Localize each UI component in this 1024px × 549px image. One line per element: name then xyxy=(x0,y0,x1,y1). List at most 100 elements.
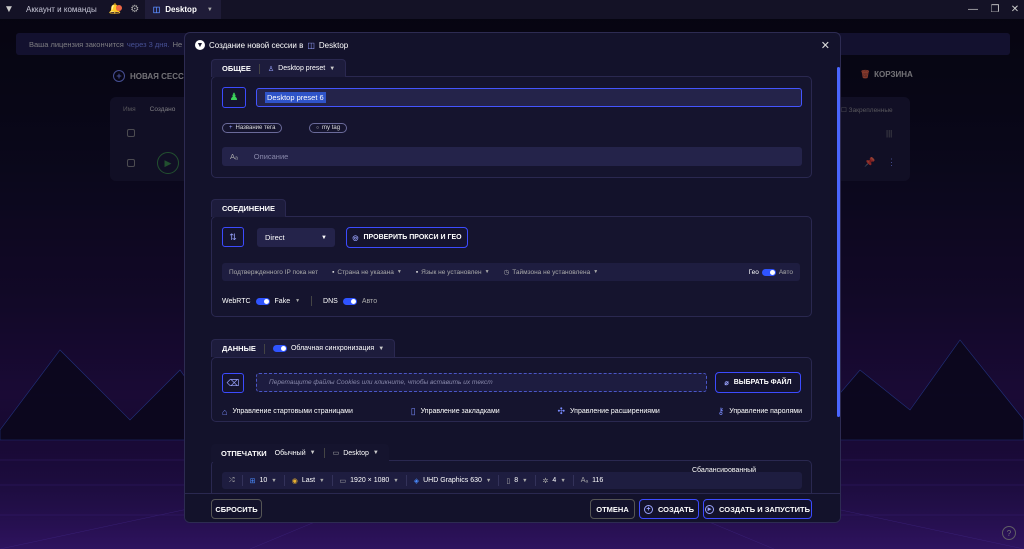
country-label: Страна не указана xyxy=(337,268,394,276)
browser-dropdown[interactable]: ◉ Last ▼ xyxy=(285,475,333,486)
platform-dropdown[interactable]: ▭ Desktop ▼ xyxy=(332,449,379,458)
app-logo-icon: ▼ xyxy=(4,4,14,15)
tab-account[interactable]: Аккаунт и команды xyxy=(18,0,105,19)
bookmarks-link[interactable]: ▯ Управление закладками xyxy=(411,406,500,417)
connection-title: СОЕДИНЕНИЕ xyxy=(222,204,276,213)
text-icon: Aₐ xyxy=(580,477,589,484)
shuffle-icon[interactable]: ⤮ xyxy=(222,475,243,486)
language-dropdown[interactable]: ▪ Язык не установлен ▼ xyxy=(409,269,497,276)
monitor-icon: ▭ xyxy=(332,450,340,457)
webrtc-label: WebRTC xyxy=(222,297,251,305)
paperclip-icon: ⌀ xyxy=(724,379,729,387)
gear-icon[interactable]: ⚙ xyxy=(125,4,145,15)
fingerprint-mode-dropdown[interactable]: Обычный ▼ xyxy=(275,450,316,457)
eraser-icon[interactable]: ⌫ xyxy=(222,373,244,393)
ip-status: Подтвержденного IP пока нет xyxy=(229,268,319,276)
cancel-button[interactable]: ОТМЕНА xyxy=(590,499,635,519)
geo-info-row: Подтвержденного IP пока нет ▪ Страна не у… xyxy=(222,263,800,281)
check-proxy-button[interactable]: ◎ ПРОВЕРИТЬ ПРОКСИ И ГЕО xyxy=(346,227,468,248)
description-input[interactable]: Aₐ Описание xyxy=(222,147,802,166)
chevron-down-icon: ▼ xyxy=(295,298,301,304)
browser-value: Last xyxy=(301,477,316,484)
create-button[interactable]: + СОЗДАТЬ xyxy=(639,499,699,519)
extensions-link[interactable]: ✣ Управление расширениями xyxy=(558,406,660,417)
gpu-icon: ◈ xyxy=(413,477,420,485)
start-pages-link[interactable]: ⌂ Управление стартовыми страницами xyxy=(222,406,353,417)
chevron-down-icon: ▼ xyxy=(522,477,528,484)
preset-label: Desktop preset xyxy=(278,65,326,72)
webrtc-group: WebRTC Fake ▼ DNS Авто xyxy=(222,296,377,306)
app-logo-icon: ▼ xyxy=(195,40,205,50)
memory-icon: ▯ xyxy=(506,477,511,485)
create-and-run-button[interactable]: ▸ СОЗДАТЬ И ЗАПУСТИТЬ xyxy=(703,499,812,519)
geo-value: Авто xyxy=(778,268,793,276)
scrollbar[interactable] xyxy=(837,67,840,417)
cookies-dropzone[interactable]: Перетащите файлы Cookies или кликните, ч… xyxy=(256,373,707,392)
proxy-type-select[interactable]: Direct ▼ xyxy=(257,228,335,247)
passwords-link[interactable]: ⚷ Управление паролями xyxy=(718,406,802,417)
close-window-button[interactable]: ✕ xyxy=(1004,0,1024,19)
memory-dropdown[interactable]: ▯ 8 ▼ xyxy=(499,475,536,486)
workspace-icon: ◫ xyxy=(152,5,161,14)
session-name-input[interactable]: Desktop preset 6 xyxy=(256,88,802,107)
check-proxy-label: ПРОВЕРИТЬ ПРОКСИ И ГЕО xyxy=(363,234,462,241)
tag-label: my tag xyxy=(322,125,341,131)
webrtc-toggle[interactable] xyxy=(255,297,270,305)
choose-file-label: ВЫБРАТЬ ФАЙЛ xyxy=(733,379,792,386)
resolution-value: 1920 × 1080 xyxy=(350,477,390,484)
data-tab: ДАННЫЕ Облачная синхронизация ▼ xyxy=(211,339,396,357)
timezone-dropdown[interactable]: ◷ Таймзона не установлена ▼ xyxy=(497,268,606,277)
choose-file-button[interactable]: ⌀ ВЫБРАТЬ ФАЙЛ xyxy=(715,372,801,393)
proxy-type-value: Direct xyxy=(265,233,285,242)
monitor-icon: ▭ xyxy=(339,477,347,485)
person-icon: ♙ xyxy=(267,65,275,73)
sync-toggle[interactable] xyxy=(272,345,287,352)
dns-label: DNS xyxy=(323,297,338,305)
minimize-button[interactable]: — xyxy=(962,0,984,19)
create-run-label: СОЗДАТЬ И ЗАПУСТИТЬ xyxy=(719,504,810,514)
plus-icon: + xyxy=(229,125,233,131)
fingerprints-title: ОТПЕЧАТКИ xyxy=(221,448,267,458)
workspace-icon: ◫ xyxy=(307,40,315,50)
check-icon: ◎ xyxy=(352,234,359,242)
proxy-swap-icon[interactable]: ⇅ xyxy=(222,227,244,247)
chevron-down-icon: ▼ xyxy=(393,477,399,484)
flag-icon: ▪ xyxy=(332,268,335,276)
chevron-down-icon: ▼ xyxy=(485,477,492,484)
os-dropdown[interactable]: ⊞ 10 ▼ xyxy=(243,475,285,486)
bookmark-icon: ▯ xyxy=(410,406,416,416)
puzzle-icon: ✣ xyxy=(557,406,566,416)
passwords-label: Управление паролями xyxy=(729,408,802,415)
modal-workspace: Desktop xyxy=(318,40,349,50)
cpu-dropdown[interactable]: ✲ 4 ▼ xyxy=(536,475,574,486)
chevron-down-icon: ▼ xyxy=(560,477,566,484)
resolution-dropdown[interactable]: ▭ 1920 × 1080 ▼ xyxy=(333,475,407,486)
data-title: ДАННЫЕ xyxy=(222,344,256,353)
bell-icon[interactable]: 🔔 xyxy=(105,4,125,15)
dns-value: Авто xyxy=(361,297,378,305)
sync-dropdown[interactable]: Облачная синхронизация ▼ xyxy=(272,345,384,352)
fingerprints-tab: ОТПЕЧАТКИ Обычный ▼ ▭ Desktop ▼ xyxy=(211,444,389,462)
preset-dropdown[interactable]: ♙ Desktop preset ▼ xyxy=(268,65,335,73)
chrome-icon: ◉ xyxy=(291,477,298,485)
webrtc-value[interactable]: Fake xyxy=(275,298,291,305)
dropzone-placeholder: Перетащите файлы Cookies или кликните, ч… xyxy=(269,379,493,386)
create-label: СОЗДАТЬ xyxy=(657,504,695,514)
chevron-down-icon[interactable]: ▼ xyxy=(207,7,213,13)
maximize-button[interactable]: ❐ xyxy=(984,0,1006,19)
add-tag-button[interactable]: + Название тега xyxy=(222,123,283,133)
cancel-label: ОТМЕНА xyxy=(596,504,629,514)
geo-toggle[interactable] xyxy=(761,268,776,276)
chevron-down-icon: ▼ xyxy=(271,477,277,484)
fonts-dropdown[interactable]: Aₐ 116 xyxy=(574,475,610,486)
country-dropdown[interactable]: ▪ Страна не указана ▼ xyxy=(325,269,409,276)
avatar-icon[interactable]: ♟ xyxy=(222,87,246,108)
dns-toggle[interactable] xyxy=(342,297,357,305)
tab-desktop[interactable]: ◫ Desktop ▼ xyxy=(144,0,221,19)
general-tab: ОБЩЕЕ ♙ Desktop preset ▼ xyxy=(211,59,347,77)
gpu-dropdown[interactable]: ◈ UHD Graphics 630 ▼ xyxy=(407,475,500,486)
tag-chip[interactable]: ○ my tag xyxy=(309,123,348,133)
chevron-down-icon: ▼ xyxy=(484,269,490,275)
close-icon[interactable]: ✕ xyxy=(821,39,830,52)
reset-button[interactable]: СБРОСИТЬ xyxy=(211,499,262,519)
